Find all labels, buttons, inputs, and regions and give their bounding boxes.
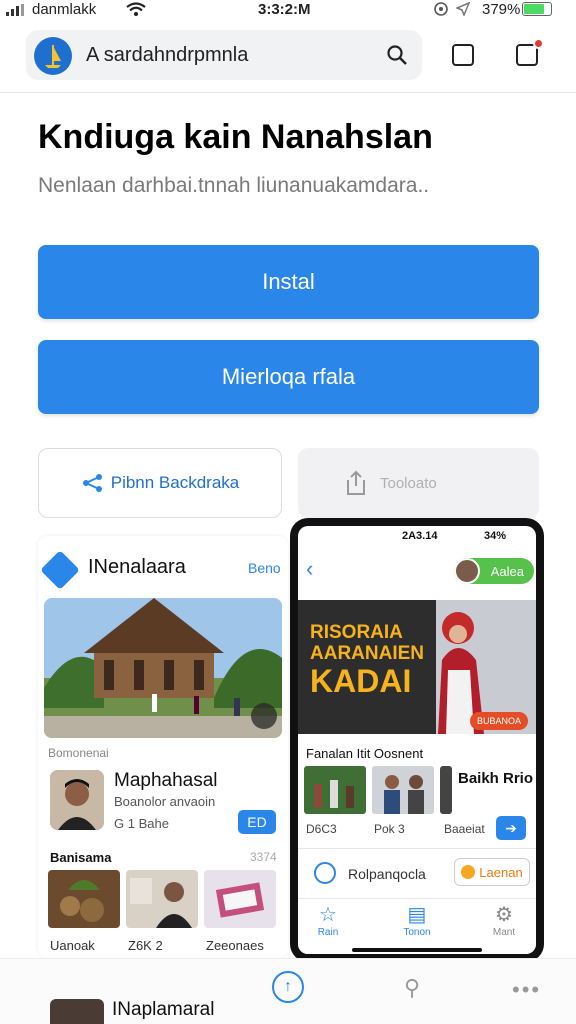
card-link[interactable]: Beno — [248, 560, 281, 576]
tabs-icon — [452, 44, 474, 66]
notification-badge — [533, 38, 544, 49]
more-icon[interactable]: ••• — [512, 977, 541, 1003]
phone-hero-banner[interactable]: RISORAIA AARANAIEN KADAI BUBANOA — [298, 600, 536, 734]
phone-hero-line1: RISORAIA — [310, 622, 403, 643]
grey-button[interactable]: Tooloato — [298, 448, 539, 518]
status-time: 3:3:2:M — [258, 1, 311, 18]
home-indicator — [352, 948, 482, 952]
phone-thumbnail-label: Baaeiat — [444, 822, 485, 836]
hero-caption: Bomonenai — [48, 746, 109, 760]
document-icon: ▤ — [407, 904, 427, 926]
phone-tab-label: Rain — [317, 927, 339, 938]
hero-image[interactable] — [44, 598, 282, 738]
phone-section-title: Fanalan Itit Oosnent — [306, 746, 424, 761]
phone-row-icon — [314, 862, 336, 884]
install-button[interactable]: Instal — [38, 245, 539, 319]
phone-thumbnail-label: D6C3 — [306, 822, 337, 836]
thumbnail[interactable] — [204, 870, 276, 928]
pin-icon[interactable]: ⚲ — [404, 975, 420, 1001]
grey-button-label: Tooloato — [380, 474, 437, 492]
arrow-right-icon: ➔ — [505, 819, 517, 836]
section-title: Banisama — [50, 850, 112, 865]
phone-tab-mant[interactable]: ⚙ Mant — [474, 903, 534, 938]
battery-icon — [522, 2, 552, 16]
status-bar: danmlakk 3:3:2:M 379% — [0, 0, 576, 22]
bag-button[interactable] — [508, 36, 546, 74]
carrier-label: danmlakk — [32, 1, 97, 18]
phone-row-label: Rolpanqocla — [348, 866, 426, 882]
secondary-button[interactable]: Mierloqa rfala — [38, 340, 539, 414]
phone-thumbnail[interactable] — [372, 766, 434, 814]
avatar — [50, 770, 104, 830]
header-divider — [0, 92, 576, 93]
outline-button[interactable]: Pibnn Backdraka — [38, 448, 282, 518]
phone-divider — [298, 848, 536, 849]
page-subtitle: Nenlaan darhbai.tnnah liunanuakamdara.. — [38, 174, 430, 197]
back-icon[interactable]: ‹ — [306, 556, 313, 582]
user-chip[interactable]: Aalea — [454, 558, 534, 584]
url-text: A sardahndrpmnla — [86, 44, 249, 66]
card-title: INenalaara — [88, 556, 186, 578]
share-button[interactable]: ↑ — [272, 971, 304, 1003]
phone-hero-line2: AARANAIEN — [310, 643, 424, 664]
alarm-icon — [434, 2, 448, 16]
tabs-button[interactable] — [444, 36, 482, 74]
signal-icon — [6, 4, 24, 16]
phone-screen: 2A3.14 34% ‹ Aalea RISORAIA AARANAIEN KA… — [298, 526, 536, 954]
share-icon: ↑ — [284, 978, 292, 995]
battery-percent: 379% — [482, 1, 521, 18]
phone-tab-label: Tonon — [403, 927, 431, 938]
card-logo-icon — [40, 550, 80, 590]
phone-mockup: 2A3.14 34% ‹ Aalea RISORAIA AARANAIEN KA… — [290, 518, 544, 962]
page-title: Kndiuga kain Nanahslan — [38, 118, 433, 156]
profile-subtitle: Boanolor anvaoin — [114, 794, 216, 809]
phone-hero-big: KADAI — [310, 663, 412, 699]
tab-title: INaplamaral — [112, 999, 215, 1020]
user-chip-label: Aalea — [490, 563, 524, 579]
phone-hero-text: RISORAIA AARANAIEN KADAI — [310, 622, 440, 698]
phone-tab-tonon[interactable]: ▤ Tonon — [387, 903, 447, 938]
phone-thumbnail[interactable] — [440, 766, 452, 814]
location-icon — [456, 2, 470, 16]
wifi-icon — [126, 2, 146, 16]
phone-tab-label: Mant — [492, 927, 516, 938]
outline-button-label: Pibnn Backdraka — [110, 473, 240, 492]
phone-tab-bar: ☆ Rain ▤ Tonon ⚙ Mant — [298, 898, 536, 954]
coin-icon — [461, 865, 476, 879]
upload-icon — [347, 470, 365, 495]
phone-row-button-label: Laenan — [479, 864, 523, 880]
section-count: 3374 — [250, 850, 277, 864]
phone-status-time: 2A3.14 — [402, 530, 438, 542]
phone-side-title: Baikh Rrio — [458, 770, 534, 787]
star-icon: ☆ — [319, 904, 337, 926]
user-avatar — [454, 558, 480, 584]
site-logo-icon — [34, 37, 72, 75]
thumbnail[interactable] — [126, 870, 198, 928]
thumbnail-label: Z6K 2 — [128, 938, 163, 953]
phone-status-battery: 34% — [484, 530, 507, 542]
phone-thumbnail-label: Pok 3 — [374, 822, 405, 836]
thumbnail-label: Uanoak — [50, 938, 95, 953]
phone-arrow-button[interactable]: ➔ — [496, 816, 526, 840]
bottom-toolbar: INaplamaral ↑ ⚲ ••• — [0, 958, 576, 1024]
phone-row-button[interactable]: Laenan — [454, 858, 530, 886]
share-nodes-icon — [82, 474, 102, 492]
profile-meta: G 1 Bahe — [114, 816, 169, 831]
content-card: INenalaara Beno Bomonenai Maphahasal Boa… — [38, 536, 288, 958]
settings-icon: ⚙ — [495, 904, 513, 926]
address-bar[interactable]: A sardahndrpmnla — [26, 30, 422, 80]
search-icon[interactable] — [386, 44, 408, 66]
profile-name: Maphahasal — [114, 770, 218, 791]
phone-thumbnail[interactable] — [304, 766, 366, 814]
phone-tab-rain[interactable]: ☆ Rain — [298, 903, 358, 938]
profile-action-button[interactable]: ED — [238, 810, 276, 834]
phone-hero-pill[interactable]: BUBANOA — [470, 712, 528, 730]
tab-thumbnail[interactable] — [50, 999, 104, 1024]
thumbnail-label: Zeeonaes — [206, 938, 264, 953]
thumbnail[interactable] — [48, 870, 120, 928]
